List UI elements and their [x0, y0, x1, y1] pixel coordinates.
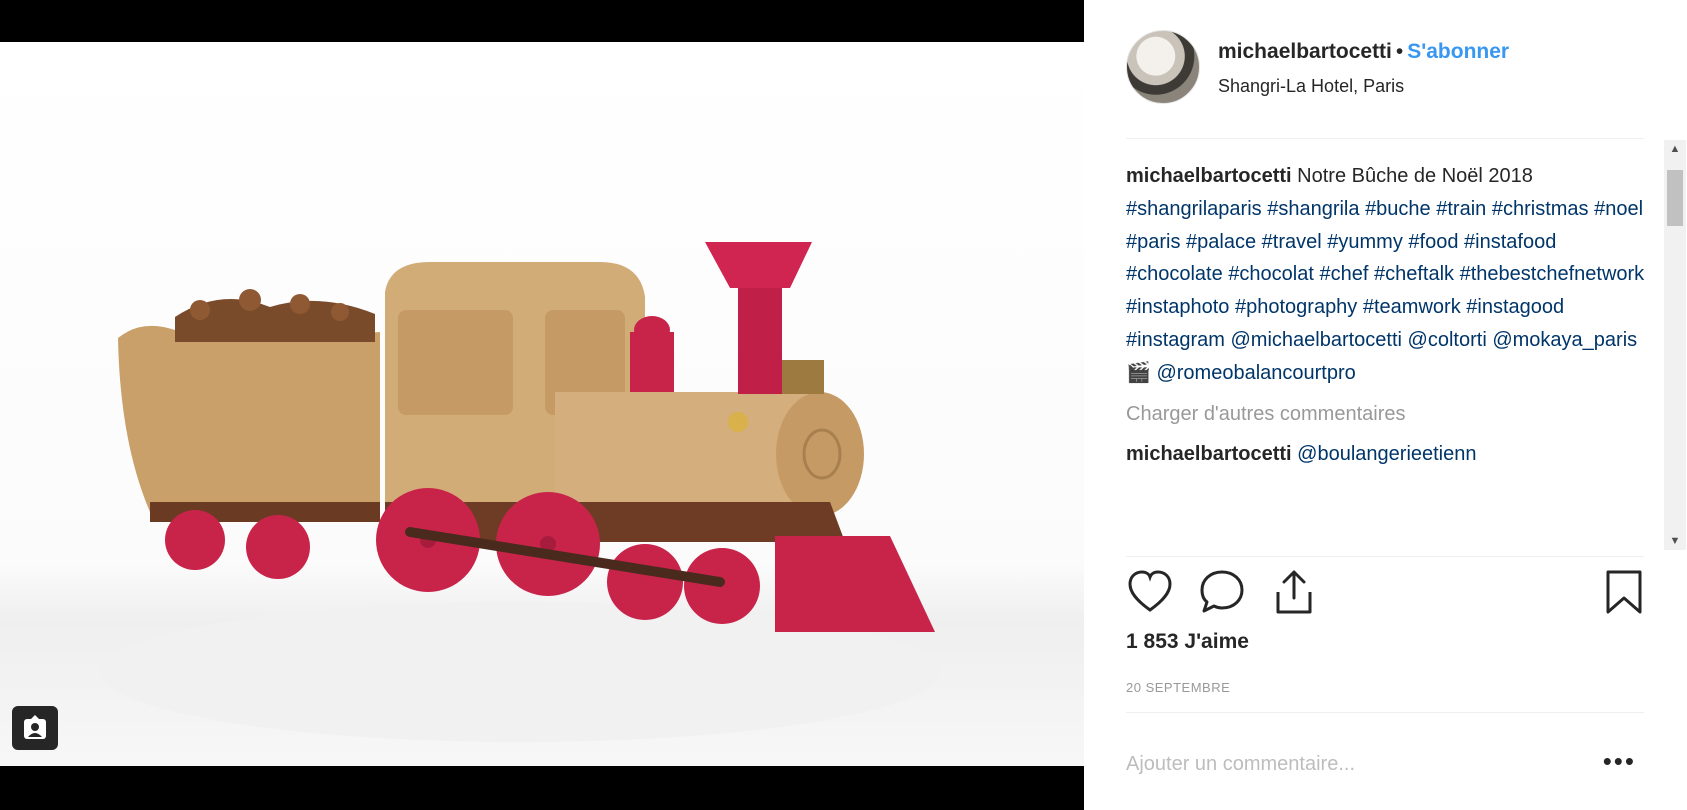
user-tag-icon [24, 715, 46, 739]
hashtag-link[interactable]: #palace [1186, 231, 1256, 253]
post-photo[interactable] [0, 42, 1084, 766]
hashtag-link[interactable]: #photography [1235, 296, 1357, 318]
hashtag-link[interactable]: #travel [1262, 231, 1322, 253]
caption-text: Notre Bûche de Noël 2018 [1297, 165, 1533, 187]
action-bar [1126, 568, 1646, 620]
follow-button[interactable]: S'abonner [1407, 40, 1509, 63]
separator-dot: • [1395, 40, 1404, 63]
hashtag-link[interactable]: #paris [1126, 231, 1180, 253]
bookmark-icon [1606, 570, 1642, 614]
scroll-down-arrow-icon[interactable]: ▼ [1664, 532, 1686, 550]
comment-text[interactable]: @boulangerieetienn [1297, 443, 1476, 465]
post-date[interactable]: 20 SEPTEMBRE [1126, 680, 1230, 695]
hashtag-link[interactable]: #instagood [1466, 296, 1564, 318]
hashtag-link[interactable]: #food [1408, 231, 1458, 253]
hashtag-link[interactable]: #thebestchefnetwork [1460, 263, 1645, 285]
comments-area: michaelbartocetti Notre Bûche de Noël 20… [1126, 160, 1646, 548]
hashtag-link[interactable]: #instaphoto [1126, 296, 1229, 318]
scroll-up-arrow-icon[interactable]: ▲ [1664, 140, 1686, 158]
hashtag-link[interactable]: #christmas [1492, 198, 1589, 220]
mention-link[interactable]: @coltorti [1408, 329, 1487, 351]
mention-link[interactable]: 🎬 [1126, 362, 1151, 384]
comments-divider [1126, 556, 1644, 557]
mention-link[interactable]: @michaelbartocetti [1231, 329, 1402, 351]
post-sidebar: michaelbartocetti • S'abonner Shangri-La H… [1084, 0, 1687, 810]
hashtag-link[interactable]: #instafood [1464, 231, 1556, 253]
comment-username[interactable]: michaelbartocetti [1126, 443, 1292, 465]
hashtag-link[interactable]: #teamwork [1363, 296, 1461, 318]
hashtag-link[interactable]: #chocolat [1228, 263, 1314, 285]
post-header: michaelbartocetti • S'abonner Shangri-La H… [1126, 26, 1646, 106]
hashtag-link[interactable]: #shangrila [1267, 198, 1359, 220]
mention-link[interactable]: @romeobalancourtpro [1156, 362, 1355, 384]
likes-count[interactable]: 1 853 J'aime [1126, 630, 1249, 654]
mention-link[interactable]: @mokaya_paris [1492, 329, 1637, 351]
heart-icon [1128, 570, 1172, 612]
load-more-comments-button[interactable]: Charger d'autres commentaires [1126, 398, 1646, 430]
location-link[interactable]: Shangri-La Hotel, Paris [1218, 76, 1404, 97]
scroll-thumb[interactable] [1667, 170, 1683, 226]
header-line: michaelbartocetti • S'abonner [1218, 40, 1509, 64]
comments-scrollbar[interactable]: ▲ ▼ [1664, 140, 1686, 550]
hashtag-link[interactable]: #noel [1594, 198, 1643, 220]
share-icon [1276, 570, 1312, 614]
hashtag-link[interactable]: #instagram [1126, 329, 1225, 351]
add-comment-form: ••• [1126, 740, 1644, 790]
username-link[interactable]: michaelbartocetti [1218, 40, 1392, 63]
footer-divider [1126, 712, 1644, 713]
caption: michaelbartocetti Notre Bûche de Noël 20… [1126, 160, 1646, 390]
post-media [0, 0, 1084, 810]
hashtag-link[interactable]: #chocolate [1126, 263, 1223, 285]
comment-input[interactable] [1126, 748, 1566, 780]
comment-icon [1200, 570, 1244, 613]
caption-tags: #shangrilaparis #shangrila #buche #train… [1126, 198, 1644, 384]
comment: michaelbartocetti @boulangerieetienn [1126, 438, 1646, 470]
share-button[interactable] [1270, 568, 1320, 618]
hashtag-link[interactable]: #train [1436, 198, 1486, 220]
avatar[interactable] [1126, 30, 1200, 104]
save-button[interactable] [1600, 568, 1650, 618]
hashtag-link[interactable]: #cheftalk [1374, 263, 1454, 285]
more-options-button[interactable]: ••• [1603, 748, 1636, 774]
hashtag-link[interactable]: #chef [1320, 263, 1369, 285]
tag-people-button[interactable] [12, 706, 58, 750]
like-button[interactable] [1126, 568, 1176, 618]
header-divider [1126, 138, 1644, 139]
chocolate-train-image [100, 242, 940, 742]
hashtag-link[interactable]: #shangrilaparis [1126, 198, 1262, 220]
comment-button[interactable] [1198, 568, 1248, 618]
hashtag-link[interactable]: #buche [1365, 198, 1431, 220]
caption-username[interactable]: michaelbartocetti [1126, 165, 1292, 187]
hashtag-link[interactable]: #yummy [1327, 231, 1403, 253]
